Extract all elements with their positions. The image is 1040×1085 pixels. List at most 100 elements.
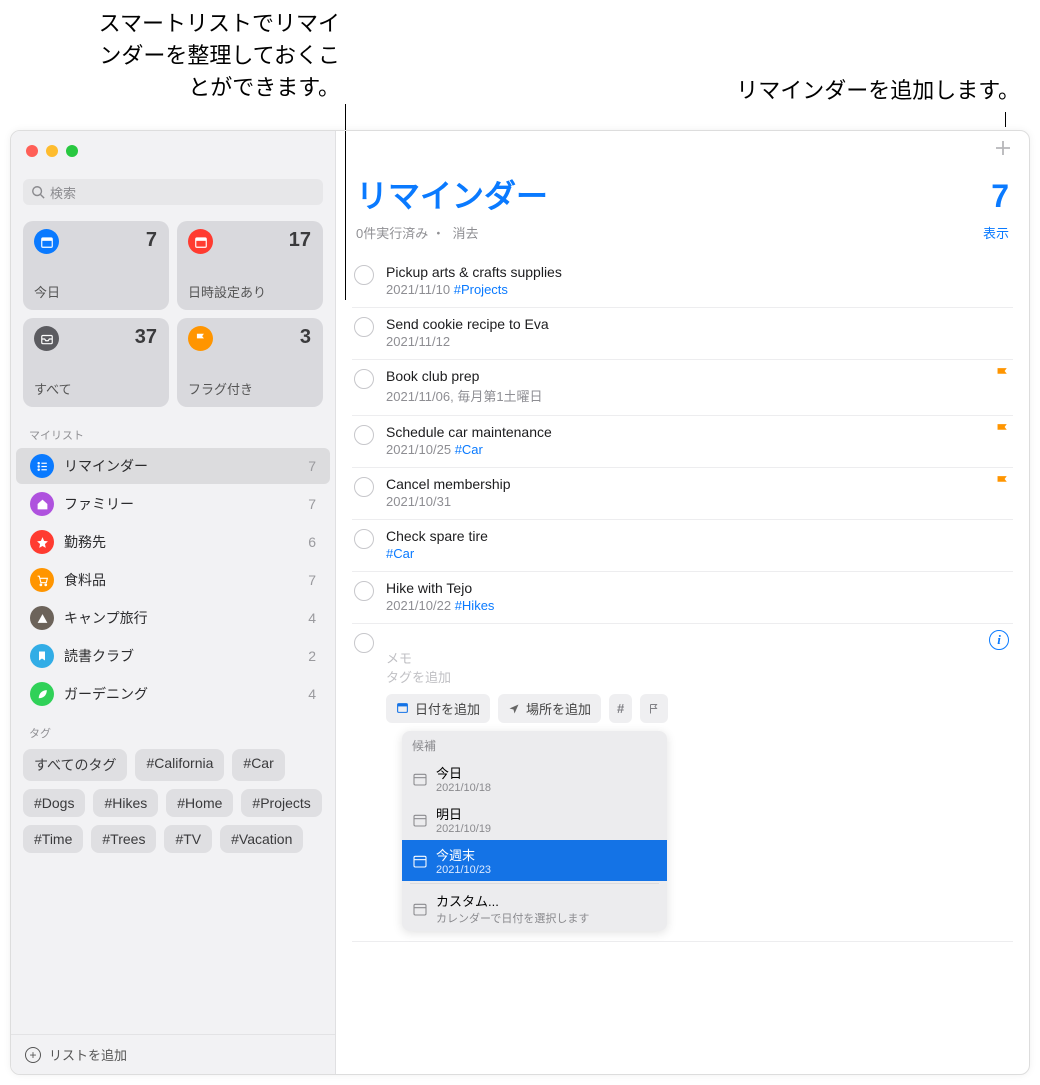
reminder-item[interactable]: Book club prep 2021/11/06, 毎月第1土曜日 — [352, 360, 1013, 416]
suggestion-明日[interactable]: 明日2021/10/19 — [402, 799, 667, 840]
info-button[interactable]: i — [989, 630, 1009, 650]
clear-completed-button[interactable]: 消去 — [452, 226, 478, 241]
list-name: 勤務先 — [64, 532, 298, 552]
reminder-item[interactable]: Send cookie recipe to Eva 2021/11/12 — [352, 308, 1013, 360]
smart-list-今日[interactable]: 7 今日 — [23, 221, 169, 310]
add-flag-chip[interactable] — [640, 694, 668, 723]
close-button[interactable] — [26, 145, 38, 157]
popover-header: 候補 — [402, 731, 667, 758]
tag-chip[interactable]: #Vacation — [220, 825, 303, 853]
list-row-食料品[interactable]: 食料品 7 — [16, 562, 330, 598]
mylists: リマインダー 7 ファミリー 7 勤務先 6 食料品 7 キャンプ旅行 4 読書… — [11, 447, 335, 713]
suggestion-custom[interactable]: カスタム...カレンダーで日付を選択します — [402, 886, 667, 931]
smart-list-すべて[interactable]: 37 すべて — [23, 318, 169, 407]
reminder-title: Hike with Tejo — [386, 580, 1011, 596]
date-suggestions-popover: 候補 今日2021/10/18 明日2021/10/19 今週末2021/10/… — [402, 731, 667, 931]
add-location-chip[interactable]: 場所を追加 — [498, 694, 601, 723]
complete-toggle[interactable] — [354, 265, 374, 285]
tags-header: タグ — [11, 713, 335, 745]
search-icon — [31, 185, 45, 199]
add-tag-placeholder: タグを追加 — [386, 667, 1011, 686]
list-count: 4 — [308, 686, 316, 702]
smart-count: 17 — [289, 229, 311, 252]
reminder-item[interactable]: Pickup arts & crafts supplies 2021/11/10… — [352, 256, 1013, 308]
mylists-header: マイリスト — [11, 415, 335, 447]
reminder-subtitle: 2021/10/22 #Hikes — [386, 598, 1011, 613]
add-list-button[interactable]: + リストを追加 — [11, 1034, 335, 1074]
complete-toggle[interactable] — [354, 425, 374, 445]
smart-list-日時設定あり[interactable]: 17 日時設定あり — [177, 221, 323, 310]
list-name: ファミリー — [64, 494, 298, 514]
reminder-item[interactable]: Check spare tire #Car — [352, 520, 1013, 572]
list-row-ファミリー[interactable]: ファミリー 7 — [16, 486, 330, 522]
tags-list: すべてのタグ#California#Car #Dogs #Hikes #Home #Pr… — [11, 745, 335, 863]
callout-smartlists: スマートリストでリマインダーを整理しておくことができます。 — [80, 8, 340, 104]
minimize-button[interactable] — [46, 145, 58, 157]
tag-chip[interactable]: #Home — [166, 789, 233, 817]
list-icon — [30, 454, 54, 478]
plus-icon: + — [25, 1047, 41, 1063]
tag-chip[interactable]: すべてのタグ — [23, 749, 127, 781]
reminder-subtitle: 2021/11/10 #Projects — [386, 282, 1011, 297]
smart-lists-grid: 7 今日 17 日時設定あり 37 すべて 3 フラグ付き — [11, 213, 335, 415]
tag-chip[interactable]: #Trees — [91, 825, 156, 853]
reminder-title: Pickup arts & crafts supplies — [386, 264, 1011, 280]
list-count: 4 — [308, 610, 316, 626]
cart-icon — [30, 568, 54, 592]
reminder-item[interactable]: Hike with Tejo 2021/10/22 #Hikes — [352, 572, 1013, 624]
suggestion-今日[interactable]: 今日2021/10/18 — [402, 758, 667, 799]
list-row-キャンプ旅行[interactable]: キャンプ旅行 4 — [16, 600, 330, 636]
list-count: 2 — [308, 648, 316, 664]
tag-chip[interactable]: #Time — [23, 825, 83, 853]
add-reminder-button[interactable] — [993, 138, 1013, 158]
tag-chip[interactable]: #Projects — [241, 789, 321, 817]
reminder-subtitle: 2021/11/12 — [386, 334, 1011, 349]
tag-chip[interactable]: #Hikes — [93, 789, 158, 817]
complete-toggle[interactable] — [354, 529, 374, 549]
reminder-item[interactable]: Cancel membership 2021/10/31 — [352, 468, 1013, 520]
smart-label: 日時設定あり — [188, 282, 312, 301]
tag-chip[interactable]: #Dogs — [23, 789, 85, 817]
suggestion-今週末[interactable]: 今週末2021/10/23 — [402, 840, 667, 881]
flag-icon — [994, 422, 1011, 442]
list-count: 7 — [308, 458, 316, 474]
list-row-読書クラブ[interactable]: 読書クラブ 2 — [16, 638, 330, 674]
search-placeholder: 検索 — [50, 183, 76, 202]
complete-toggle[interactable] — [354, 633, 374, 653]
list-count: 6 — [308, 534, 316, 550]
smart-label: すべて — [34, 379, 158, 398]
toolbar — [336, 131, 1029, 165]
list-count: 7 — [991, 178, 1009, 215]
sidebar: 検索 7 今日 17 日時設定あり 37 すべて 3 フラグ付き マイリスト リ… — [11, 131, 336, 1074]
tag-chip[interactable]: #TV — [164, 825, 212, 853]
smart-count: 7 — [146, 229, 157, 252]
list-row-勤務先[interactable]: 勤務先 6 — [16, 524, 330, 560]
new-reminder-row[interactable]: メモ タグを追加 日付を追加 場所を追加 # 候補 今日2021/10/18 明… — [352, 624, 1013, 942]
list-row-ガーデニング[interactable]: ガーデニング 4 — [16, 676, 330, 712]
smart-count: 3 — [300, 326, 311, 349]
callout-add-reminder: リマインダーを追加します。 — [560, 75, 1020, 107]
flag-icon — [994, 366, 1011, 386]
bookmark-icon — [30, 644, 54, 668]
tag-chip[interactable]: #Car — [232, 749, 284, 781]
complete-toggle[interactable] — [354, 317, 374, 337]
zoom-button[interactable] — [66, 145, 78, 157]
reminder-list: Pickup arts & crafts supplies 2021/11/10… — [336, 256, 1029, 942]
add-date-chip[interactable]: 日付を追加 — [386, 694, 490, 723]
smart-label: 今日 — [34, 282, 158, 301]
complete-toggle[interactable] — [354, 477, 374, 497]
memo-placeholder: メモ — [386, 648, 1011, 667]
reminder-item[interactable]: Schedule car maintenance 2021/10/25 #Car — [352, 416, 1013, 468]
complete-toggle[interactable] — [354, 369, 374, 389]
search-input[interactable]: 検索 — [23, 179, 323, 205]
tag-chip[interactable]: #California — [135, 749, 224, 781]
show-completed-button[interactable]: 表示 — [983, 223, 1009, 242]
list-row-リマインダー[interactable]: リマインダー 7 — [16, 448, 330, 484]
complete-toggle[interactable] — [354, 581, 374, 601]
add-tag-chip[interactable]: # — [609, 694, 632, 723]
smart-list-フラグ付き[interactable]: 3 フラグ付き — [177, 318, 323, 407]
list-title: リマインダー — [356, 171, 548, 217]
list-name: 読書クラブ — [64, 646, 298, 666]
reminder-title: Send cookie recipe to Eva — [386, 316, 1011, 332]
list-name: ガーデニング — [64, 684, 298, 704]
